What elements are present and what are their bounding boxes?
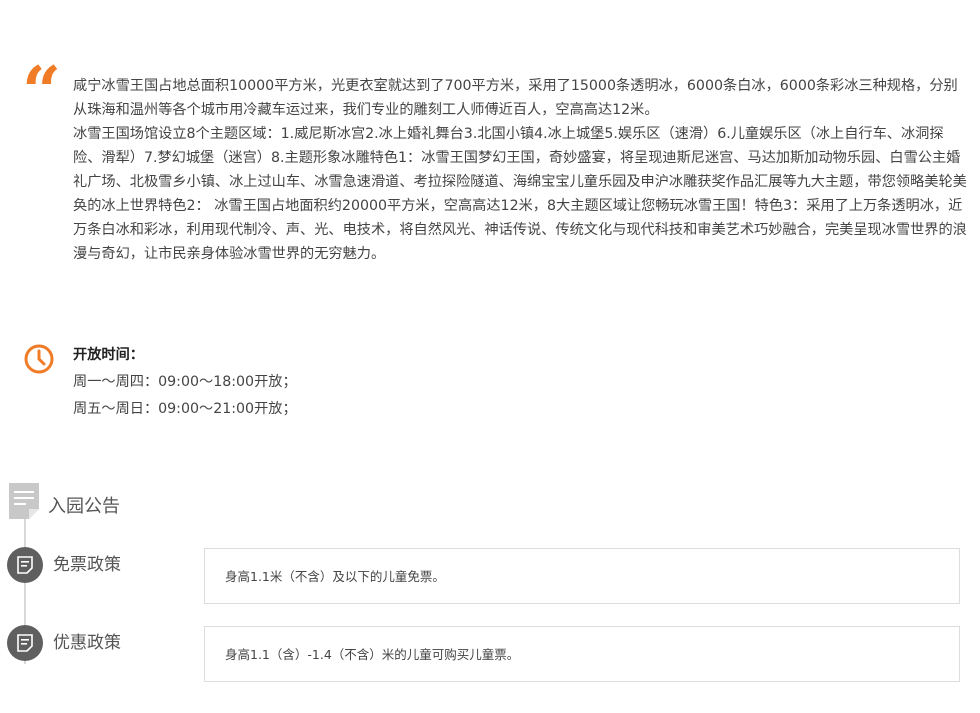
opening-hours-weekdays: 周一～周四：09:00～18:00开放； [73,374,297,390]
policy-box-discount: 身高1.1（含）-1.4（不含）米的儿童可购买儿童票。 [204,626,960,682]
note-icon [7,547,43,583]
opening-hours: 开放时间： 周一～周四：09:00～18:00开放； 周五～周日：09:00～2… [73,342,297,423]
note-icon [7,625,43,661]
document-icon [9,483,39,519]
policy-label-free: 免票政策 [53,555,121,575]
description-paragraph-1: 咸宁冰雪王国占地总面积10000平方米，光更衣室就达到了700平方米，采用了15… [73,78,958,118]
clock-icon [24,344,54,374]
opening-hours-title: 开放时间： [73,347,144,363]
description-text: 咸宁冰雪王国占地总面积10000平方米，光更衣室就达到了700平方米，采用了15… [73,74,968,266]
quote-icon: “ [22,52,61,132]
description-paragraph-2: 冰雪王国场馆设立8个主题区域：1.威尼斯冰宫2.冰上婚礼舞台3.北国小镇4.冰上… [73,126,967,262]
policy-text-discount: 身高1.1（含）-1.4（不含）米的儿童可购买儿童票。 [225,647,520,662]
opening-hours-weekend: 周五～周日：09:00～21:00开放； [73,401,297,417]
policy-text-free: 身高1.1米（不含）及以下的儿童免票。 [225,569,445,584]
notice-title: 入园公告 [48,496,120,517]
policy-label-discount: 优惠政策 [53,633,121,653]
policy-box-free: 身高1.1米（不含）及以下的儿童免票。 [204,548,960,604]
